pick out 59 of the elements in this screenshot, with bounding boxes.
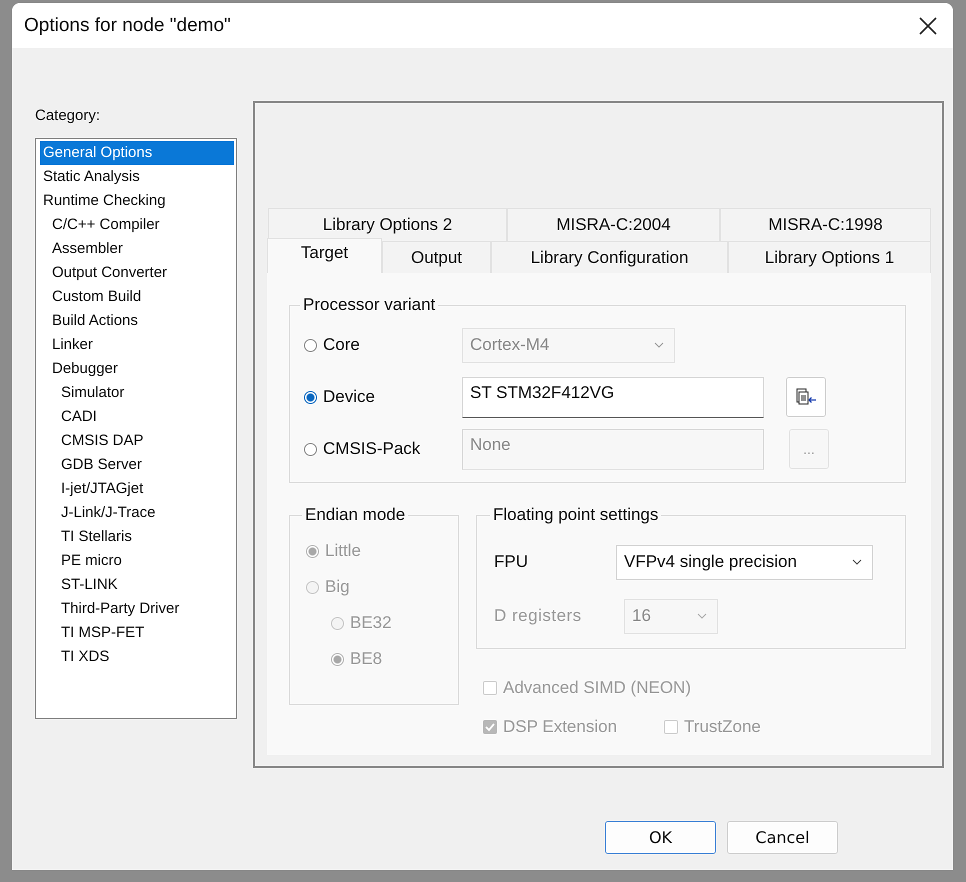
window-title: Options for node "demo" xyxy=(24,14,231,36)
category-item[interactable]: Assembler xyxy=(49,237,234,261)
field-label: D registers xyxy=(494,606,583,626)
group-title: Processor variant xyxy=(302,295,436,315)
radio-label: CMSIS-Pack xyxy=(323,439,420,459)
category-item[interactable]: Simulator xyxy=(58,381,234,405)
category-item[interactable]: CADI xyxy=(58,405,234,429)
radio-label: BE32 xyxy=(350,613,392,633)
category-item[interactable]: TI MSP-FET xyxy=(58,621,234,645)
checkbox-label: TrustZone xyxy=(684,716,761,736)
tab[interactable]: Output xyxy=(382,241,491,273)
checkbox-label: Advanced SIMD (NEON) xyxy=(503,678,691,698)
chevron-icon xyxy=(852,559,862,565)
category-item[interactable]: Debugger xyxy=(49,357,234,381)
chevron-icon xyxy=(654,342,664,348)
dialog-button[interactable]: OK xyxy=(605,821,716,854)
category-item[interactable]: J-Link/J-Trace xyxy=(58,501,234,525)
group-title: Floating point settings xyxy=(492,505,660,525)
radio-label: Big xyxy=(325,577,350,597)
category-item[interactable]: GDB Server xyxy=(58,453,234,477)
input-field[interactable]: ST STM32F412VG xyxy=(462,376,764,418)
radio-button[interactable] xyxy=(304,390,317,404)
group-title: Endian mode xyxy=(304,505,406,525)
category-item[interactable]: I-jet/JTAGjet xyxy=(58,477,234,501)
select-device-button[interactable] xyxy=(786,377,826,417)
radio-button[interactable] xyxy=(304,338,317,352)
category-item[interactable]: PE micro xyxy=(58,549,234,573)
category-item[interactable]: Third-Party Driver xyxy=(58,597,234,621)
tab[interactable]: Target xyxy=(267,238,382,273)
tab[interactable]: Library Options 2 xyxy=(268,208,507,241)
radio-label: BE8 xyxy=(350,649,382,669)
tab[interactable]: Library Configuration xyxy=(491,241,728,273)
radio-label: Device xyxy=(323,387,375,407)
tab[interactable]: Library Options 1 xyxy=(728,241,931,273)
radio-button[interactable] xyxy=(304,442,317,456)
category-item[interactable]: CMSIS DAP xyxy=(58,429,234,453)
category-label: Category: xyxy=(35,107,102,126)
category-item[interactable]: Linker xyxy=(49,333,234,357)
category-item[interactable]: TI XDS xyxy=(58,645,234,669)
radio-label: Core xyxy=(323,335,360,355)
tab[interactable]: MISRA-C:2004 xyxy=(507,208,720,241)
category-item[interactable]: Runtime Checking xyxy=(40,189,234,213)
category-item[interactable]: General Options xyxy=(40,141,234,165)
category-item[interactable]: Static Analysis xyxy=(40,165,234,189)
category-item[interactable]: ST-LINK xyxy=(58,573,234,597)
dropdown[interactable]: VFPv4 single precision xyxy=(616,544,873,580)
category-item[interactable]: TI Stellaris xyxy=(58,525,234,549)
tab[interactable]: MISRA-C:1998 xyxy=(720,208,931,241)
dialog-button[interactable]: Cancel xyxy=(727,821,838,854)
category-item[interactable]: Build Actions xyxy=(49,309,234,333)
chevron-icon xyxy=(697,613,707,619)
category-item[interactable]: Output Converter xyxy=(49,261,234,285)
field-label: FPU xyxy=(494,552,529,572)
category-item[interactable]: C/C++ Compiler xyxy=(49,213,234,237)
checkbox-label: DSP Extension xyxy=(503,716,618,736)
document-arrow-icon xyxy=(795,388,817,406)
radio-label: Little xyxy=(325,541,361,561)
close-icon[interactable] xyxy=(919,16,937,34)
category-item[interactable]: Custom Build xyxy=(49,285,234,309)
